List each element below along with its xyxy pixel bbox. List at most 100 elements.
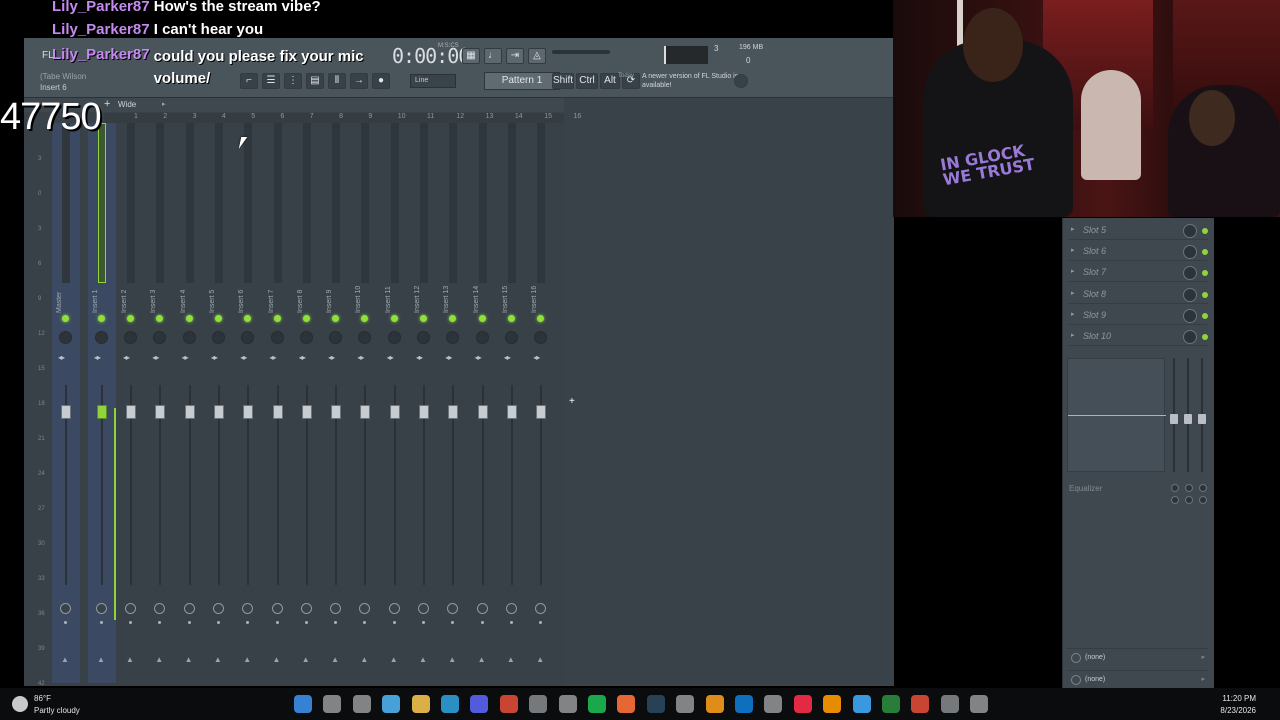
mixer-strip-insert-8[interactable]: Insert 8 ◂▸ ▲ xyxy=(293,123,321,683)
strip-pan-knob[interactable] xyxy=(124,331,137,344)
route-dot[interactable] xyxy=(363,621,367,624)
stereo-separation-icon[interactable]: ◂▸ xyxy=(416,353,423,362)
route-dot[interactable] xyxy=(158,621,162,624)
route-arrow-icon[interactable]: ▲ xyxy=(185,655,193,664)
mixer-strip-insert-14[interactable]: Insert 14 ◂▸ ▲ xyxy=(469,123,497,683)
shift-key-button[interactable]: Shift xyxy=(552,73,574,89)
stereo-separation-icon[interactable]: ◂▸ xyxy=(58,353,65,362)
strip-pan-knob[interactable] xyxy=(241,331,255,344)
strip-enable-led[interactable] xyxy=(127,315,134,322)
strip-pan-knob[interactable] xyxy=(329,331,343,344)
strip-volume-fader[interactable] xyxy=(506,405,517,419)
strip-volume-fader[interactable] xyxy=(331,405,342,419)
strip-enable-led[interactable] xyxy=(98,315,105,322)
equalizer-display[interactable] xyxy=(1067,358,1166,472)
mixer-strip-insert-16[interactable]: Insert 16 ◂▸ ▲ xyxy=(527,123,555,683)
strip-pan-knob[interactable] xyxy=(270,331,284,344)
weather-description[interactable]: Partly cloudy xyxy=(34,706,80,715)
strip-volume-fader[interactable] xyxy=(97,405,107,419)
route-arrow-icon[interactable]: ▲ xyxy=(126,655,134,664)
strip-pan-knob[interactable] xyxy=(182,331,196,344)
wide-view-toggle[interactable]: Wide xyxy=(118,100,136,109)
strip-enable-led[interactable] xyxy=(62,315,69,322)
fx-mix-knob[interactable] xyxy=(1183,224,1197,238)
strip-pan-knob[interactable] xyxy=(417,331,430,344)
strip-enable-led[interactable] xyxy=(185,315,193,322)
eq-knob[interactable] xyxy=(1171,496,1179,504)
send-knob[interactable] xyxy=(447,603,459,614)
weather-cloud-icon[interactable] xyxy=(12,696,28,712)
send-knob[interactable] xyxy=(183,603,195,614)
mixer-strip-insert-9[interactable]: Insert 9 ◂▸ ▲ xyxy=(322,123,350,683)
send-knob[interactable] xyxy=(154,603,166,614)
fx-mix-knob[interactable] xyxy=(1183,330,1197,344)
route-dot[interactable] xyxy=(334,621,338,624)
mixer-strip-insert-12[interactable]: Insert 12 ◂▸ ▲ xyxy=(410,123,438,683)
strip-enable-led[interactable] xyxy=(273,315,281,322)
route-dot[interactable] xyxy=(304,621,308,624)
fx-slot[interactable]: ▸ Slot 5 xyxy=(1069,222,1209,240)
illustrator-icon[interactable] xyxy=(823,695,842,713)
mixer-strip-master[interactable]: Master ◂▸ ▲ xyxy=(52,123,80,683)
route-arrow-icon[interactable]: ▲ xyxy=(448,655,456,664)
send-knob[interactable] xyxy=(125,603,136,614)
edge-icon[interactable] xyxy=(441,695,459,713)
fx-enable-led[interactable] xyxy=(1202,249,1208,256)
strip-pan-knob[interactable] xyxy=(153,331,167,344)
strip-enable-led[interactable] xyxy=(390,315,398,322)
stereo-separation-icon[interactable]: ◂▸ xyxy=(94,353,101,362)
route-dot[interactable] xyxy=(275,621,279,624)
route-arrow-icon[interactable]: ▲ xyxy=(419,655,427,664)
itunes-icon[interactable] xyxy=(793,695,812,713)
fx-mix-knob[interactable] xyxy=(1183,308,1197,323)
audio-output-select[interactable]: (none) ▸ xyxy=(1067,670,1209,688)
strip-volume-fader[interactable] xyxy=(419,405,429,419)
strip-enable-led[interactable] xyxy=(302,315,310,322)
strip-volume-fader[interactable] xyxy=(61,405,71,419)
settings-icon[interactable] xyxy=(529,695,548,713)
strip-volume-fader[interactable] xyxy=(243,405,254,419)
strip-pan-knob[interactable] xyxy=(534,331,548,344)
eq-knob[interactable] xyxy=(1199,484,1207,492)
strip-enable-led[interactable] xyxy=(507,315,515,322)
mixer-strip-insert-7[interactable]: Insert 7 ◂▸ ▲ xyxy=(264,123,292,683)
strip-pan-knob[interactable] xyxy=(387,331,401,344)
send-knob[interactable] xyxy=(535,603,547,614)
route-arrow-icon[interactable]: ▲ xyxy=(214,655,222,664)
strip-pan-knob[interactable] xyxy=(446,331,460,344)
spotify-icon[interactable] xyxy=(588,695,606,713)
route-arrow-icon[interactable]: ▲ xyxy=(302,655,310,664)
send-knob[interactable] xyxy=(300,603,312,614)
stereo-separation-icon[interactable]: ◂▸ xyxy=(504,353,511,362)
strip-volume-fader[interactable] xyxy=(213,405,224,419)
stereo-separation-icon[interactable]: ◂▸ xyxy=(211,353,218,362)
route-arrow-icon[interactable]: ▲ xyxy=(478,655,486,664)
file-explorer-icon[interactable] xyxy=(411,695,430,713)
app3-icon[interactable] xyxy=(970,695,989,713)
route-arrow-icon[interactable]: ▲ xyxy=(273,655,281,664)
stereo-separation-icon[interactable]: ◂▸ xyxy=(152,353,159,362)
chrome-icon[interactable] xyxy=(499,695,518,713)
fx-enable-led[interactable] xyxy=(1202,291,1208,298)
send-knob[interactable] xyxy=(418,603,429,614)
strip-volume-fader[interactable] xyxy=(155,405,166,419)
stereo-separation-icon[interactable]: ◂▸ xyxy=(475,353,482,362)
clock-time[interactable]: 11:20 PM xyxy=(1222,694,1256,703)
stereo-separation-icon[interactable]: ◂▸ xyxy=(240,353,247,362)
route-dot[interactable] xyxy=(246,621,250,624)
route-dot[interactable] xyxy=(451,621,455,624)
stereo-separation-icon[interactable]: ◂▸ xyxy=(182,353,189,362)
strip-enable-led[interactable] xyxy=(156,315,164,322)
stereo-separation-icon[interactable]: ◂▸ xyxy=(328,353,335,362)
mixer-strip-insert-11[interactable]: Insert 11 ◂▸ ▲ xyxy=(381,123,409,683)
send-knob[interactable] xyxy=(330,603,342,614)
alt-key-button[interactable]: Alt xyxy=(600,73,620,89)
stereo-separation-icon[interactable]: ◂▸ xyxy=(299,353,306,362)
route-dot[interactable] xyxy=(509,621,513,624)
mixer-strip-insert-5[interactable]: Insert 5 ◂▸ ▲ xyxy=(205,123,233,683)
strip-enable-led[interactable] xyxy=(449,315,457,322)
strip-volume-fader[interactable] xyxy=(301,405,312,419)
fx-slot[interactable]: ▸ Slot 8 xyxy=(1069,286,1209,304)
vs-code-icon[interactable] xyxy=(705,695,724,713)
route-dot[interactable] xyxy=(187,621,191,624)
